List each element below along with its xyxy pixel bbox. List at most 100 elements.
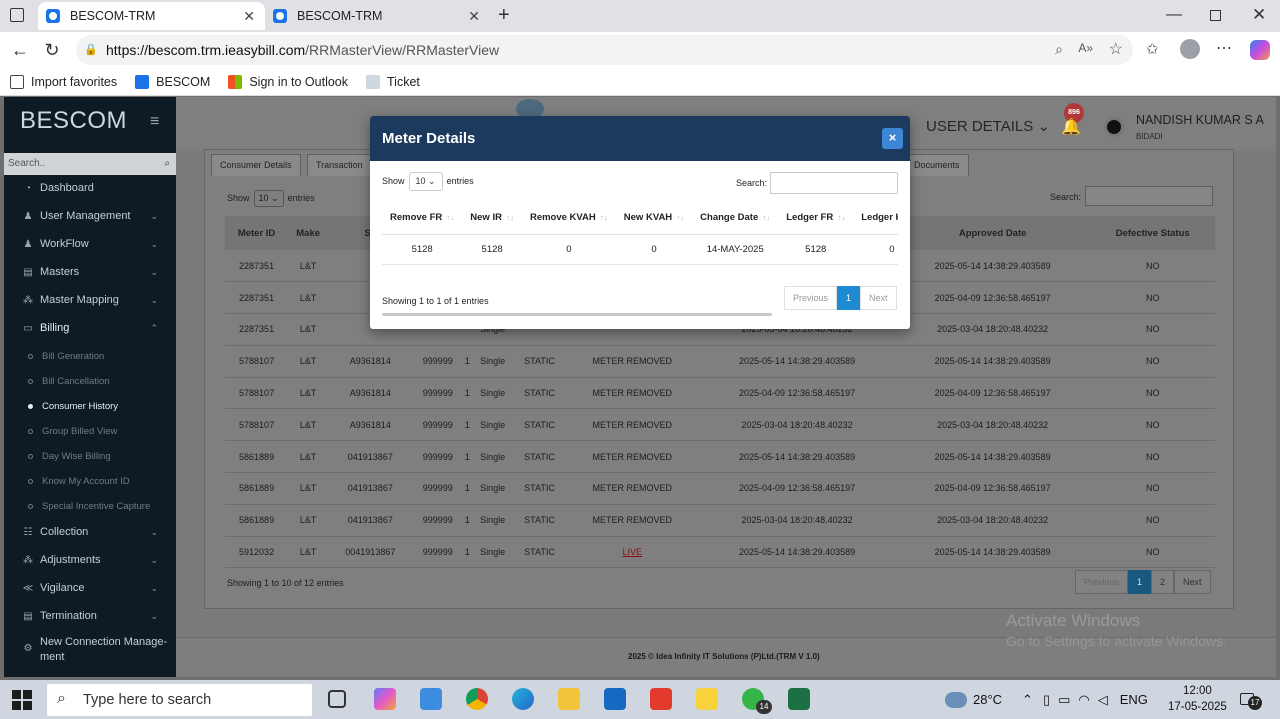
sidebar-item-new-connection[interactable]: ⚙ New Connection Manage-ment [4,635,176,667]
language-indicator[interactable]: ENG [1120,692,1148,707]
avatar[interactable] [1104,117,1124,137]
modal-close-button[interactable]: × [882,128,903,149]
profile-icon[interactable] [1180,39,1200,59]
back-icon[interactable]: ← [8,38,32,62]
store-icon[interactable] [420,688,442,710]
page-1-button[interactable]: 1 [1128,570,1152,594]
page-length-select[interactable]: 10 ⌄ [253,190,284,207]
task-view-icon[interactable] [328,690,346,708]
tab-transaction[interactable]: Transaction [307,154,372,176]
chrome-icon[interactable] [466,688,488,710]
read-aloud-icon[interactable]: A» [1078,41,1093,55]
copilot-icon[interactable] [1250,40,1270,60]
notification-center-icon[interactable]: 17 [1240,690,1262,710]
modal-column-header[interactable]: Change Date ↑↓ [692,202,779,235]
weather-temp[interactable]: 28°C [973,692,1002,707]
browser-tab-1[interactable]: BESCOM-TRM ✕ [38,2,265,30]
close-tab-icon[interactable]: ✕ [243,8,255,25]
column-header[interactable]: Make [288,216,329,250]
new-tab-icon[interactable]: + [498,4,510,27]
favorite-ticket[interactable]: Ticket [366,74,420,89]
search-icon[interactable]: ⌕ [164,153,170,175]
sidebar-sub-special-incentive[interactable]: Special Incentive Capture [4,494,176,519]
speaker-icon[interactable]: ◁ [1098,692,1108,708]
weather-icon[interactable] [945,691,967,708]
browser-tab-2[interactable]: BESCOM-TRM ✕ [265,2,490,30]
sticky-notes-icon[interactable] [696,688,718,710]
wifi-icon[interactable]: ◠ [1078,692,1089,708]
sidebar-item-masters[interactable]: ▤ Masters ⌄ [4,258,176,286]
refresh-icon[interactable]: ↻ [40,38,64,62]
favorites-icon[interactable]: ✩ [1146,40,1159,58]
chevron-up-icon[interactable]: ⌃ [1022,692,1033,708]
anydesk-icon[interactable] [650,688,672,710]
sort-icon[interactable]: ↑↓ [600,213,608,222]
modal-column-header[interactable]: Ledger FR ↑↓ [778,202,854,235]
modal-column-header[interactable]: Ledger KV.↑↓ [853,202,898,235]
taskbar-search-box[interactable]: ⌕ Type here to search [47,684,312,716]
modal-next-button[interactable]: Next [860,286,897,310]
restore-icon[interactable] [1210,10,1221,21]
user-details-dropdown[interactable]: USER DETAILS ⌄ [926,117,1050,135]
sidebar-sub-group-billed-view[interactable]: Group Billed View [4,419,176,444]
url-field[interactable]: 🔒 https://bescom.trm.ieasybill.com/RRMas… [76,35,1133,65]
sort-icon[interactable]: ↑↓ [676,213,684,222]
taskbar-clock[interactable]: 12:00 17-05-2025 [1168,683,1227,715]
sidebar-sub-know-my-account[interactable]: Know My Account ID [4,469,176,494]
windows-start-icon[interactable] [12,690,32,710]
horizontal-scrollbar[interactable] [382,313,772,316]
favorite-bescom[interactable]: BESCOM [135,74,210,89]
sort-icon[interactable]: ↑↓ [506,213,514,222]
favorite-star-icon[interactable]: ☆ [1109,39,1123,59]
table-cell[interactable]: LIVE [565,536,700,569]
copilot-app-icon[interactable] [374,688,396,710]
excel-icon[interactable] [788,688,810,710]
table-search-input[interactable] [1085,186,1213,206]
tab-consumer-details[interactable]: Consumer Details [211,154,301,176]
file-explorer-icon[interactable] [558,688,580,710]
sidebar-sub-day-wise-billing[interactable]: Day Wise Billing [4,444,176,469]
close-tab-icon[interactable]: ✕ [468,8,480,25]
previous-page-button[interactable]: Previous [1075,570,1129,594]
menu-toggle-icon[interactable]: ≡ [150,113,159,131]
close-window-icon[interactable]: ✕ [1252,5,1266,25]
bell-icon[interactable]: 🔔 [1061,117,1081,137]
zoom-icon[interactable]: ⌕ [1055,41,1063,58]
sidebar-item-workflow[interactable]: ♟ WorkFlow ⌄ [4,230,176,258]
sort-icon[interactable]: ↑↓ [837,213,845,222]
sidebar-item-vigilance[interactable]: ≪ Vigilance ⌄ [4,574,176,602]
sort-icon[interactable]: ↑↓ [762,213,770,222]
sidebar-sub-bill-cancellation[interactable]: Bill Cancellation [4,369,176,394]
page-2-button[interactable]: 2 [1151,570,1175,594]
sidebar-search-input[interactable]: Search.. ⌕ [4,153,176,175]
sidebar-item-master-mapping[interactable]: ⁂ Master Mapping ⌄ [4,286,176,314]
tab-actions-icon[interactable] [10,8,24,22]
outlook-icon[interactable] [604,688,626,710]
sidebar-item-adjustments[interactable]: ⁂ Adjustments ⌄ [4,546,176,574]
sidebar-item-termination[interactable]: ▤ Termination ⌄ [4,602,176,630]
modal-column-header[interactable]: New KVAH ↑↓ [615,202,693,235]
modal-previous-button[interactable]: Previous [784,286,838,310]
modal-page-length-select[interactable]: 10 ⌄ [408,172,443,191]
column-header[interactable]: Meter ID [225,216,289,250]
modal-column-header[interactable]: Remove KVAH ↑↓ [521,202,616,235]
modal-column-header[interactable]: New IR ↑↓ [462,202,522,235]
modal-search-input[interactable] [770,172,898,194]
favorite-import[interactable]: Import favorites [10,74,117,89]
sidebar-item-user-management[interactable]: ♟ User Management ⌄ [4,202,176,230]
sidebar-item-billing[interactable]: ▭ Billing ⌃ [4,314,176,342]
column-header[interactable]: Defective Status [1090,216,1215,250]
sidebar-sub-bill-generation[interactable]: Bill Generation [4,344,176,369]
minimize-icon[interactable]: — [1166,6,1182,24]
sort-icon[interactable]: ↑↓ [446,213,454,222]
meet-icon[interactable]: ▯ [1043,692,1050,708]
battery-icon[interactable]: ▭ [1058,692,1070,708]
column-header[interactable]: Approved Date [894,216,1091,250]
tab-documents[interactable]: Documents [905,154,969,176]
modal-page-1-button[interactable]: 1 [837,286,861,310]
sidebar-item-dashboard[interactable]: ◔ Dashboard [4,174,176,202]
sidebar-sub-consumer-history[interactable]: Consumer History [4,394,176,419]
modal-column-header[interactable]: Remove FR ↑↓ [382,202,463,235]
sidebar-item-collection[interactable]: ☷ Collection ⌄ [4,518,176,546]
edge-icon[interactable] [512,688,534,710]
